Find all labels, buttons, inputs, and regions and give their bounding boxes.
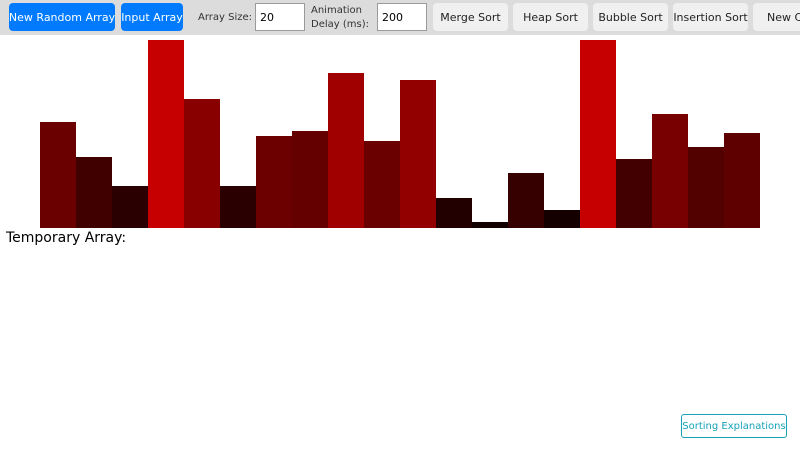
array-bar xyxy=(328,73,364,228)
array-bars xyxy=(40,40,760,228)
temporary-array-label: Temporary Array: xyxy=(6,230,127,246)
array-bar xyxy=(292,131,328,228)
toolbar: New Random Array Input Array Array Size:… xyxy=(0,0,800,35)
insertion-sort-button[interactable]: Insertion Sort xyxy=(673,3,748,31)
array-bar xyxy=(652,114,688,228)
array-size-input[interactable] xyxy=(255,3,305,31)
array-bar xyxy=(76,157,112,228)
array-bar xyxy=(148,40,184,228)
array-bar xyxy=(112,186,148,228)
array-bar xyxy=(616,159,652,228)
new-random-array-button[interactable]: New Random Array xyxy=(9,3,115,31)
array-bar xyxy=(256,136,292,228)
array-bar xyxy=(724,133,760,228)
array-bar xyxy=(400,80,436,228)
bubble-sort-button[interactable]: Bubble Sort xyxy=(593,3,668,31)
array-bar xyxy=(436,198,472,228)
array-bar xyxy=(184,99,220,228)
array-bar xyxy=(544,210,580,228)
heap-sort-button[interactable]: Heap Sort xyxy=(513,3,588,31)
array-bar xyxy=(508,173,544,228)
array-bar xyxy=(472,222,508,228)
input-array-button[interactable]: Input Array xyxy=(121,3,183,31)
array-bar xyxy=(580,40,616,228)
animation-delay-label-line1: Animation xyxy=(311,5,362,16)
animation-delay-input[interactable] xyxy=(377,3,427,31)
animation-delay-label-line2: Delay (ms): xyxy=(311,19,369,30)
sorting-explanations-button[interactable]: Sorting Explanations xyxy=(681,414,787,438)
array-bar xyxy=(40,122,76,228)
array-bar xyxy=(688,147,724,228)
cut-off-sort-button[interactable]: New Co xyxy=(753,3,800,31)
array-size-label: Array Size: xyxy=(198,12,253,23)
merge-sort-button[interactable]: Merge Sort xyxy=(433,3,508,31)
array-bar xyxy=(220,186,256,228)
array-bar xyxy=(364,141,400,228)
